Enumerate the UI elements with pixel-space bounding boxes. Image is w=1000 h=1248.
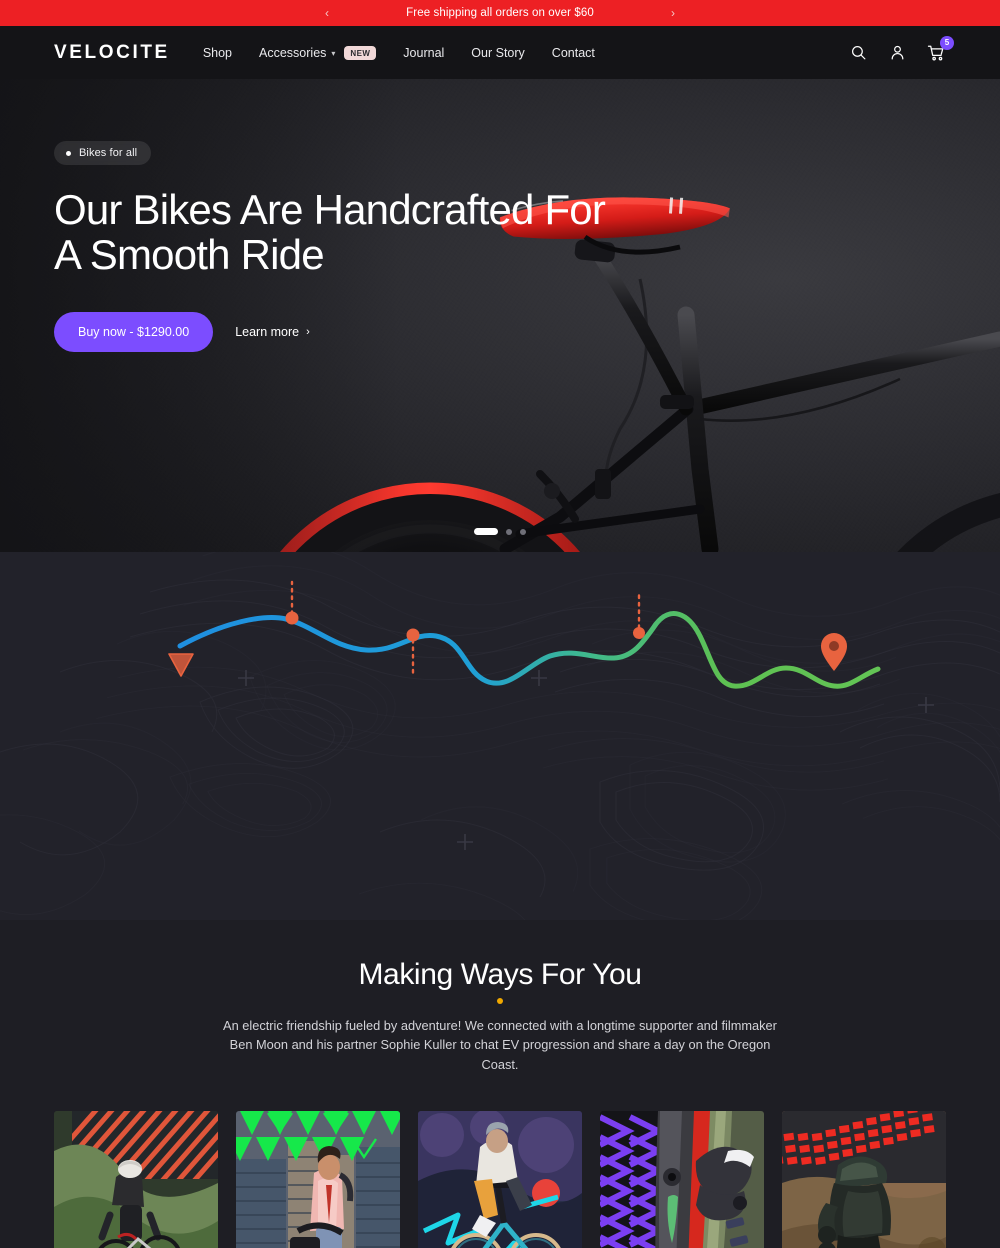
- carousel-dot-1[interactable]: [474, 528, 498, 535]
- nav-new-badge: NEW: [344, 45, 377, 60]
- nav-item-our-story[interactable]: Our Story: [471, 46, 525, 60]
- category-image-bike-parts: [418, 1111, 582, 1248]
- category-card-accessories[interactable]: Accessories: [600, 1111, 764, 1248]
- category-card-mountain-bikes[interactable]: Mountain Bikes: [54, 1111, 218, 1248]
- hero-cta-group: Buy now - $1290.00 Learn more ›: [54, 312, 614, 353]
- badge-dot-icon: [66, 150, 71, 156]
- announcement-prev-icon[interactable]: ‹: [318, 7, 336, 19]
- search-icon[interactable]: [848, 43, 868, 63]
- nav-label: Contact: [551, 45, 595, 60]
- hero-banner: Bikes for all Our Bikes Are Handcrafted …: [0, 79, 1000, 552]
- chevron-down-icon: ▾: [331, 49, 336, 58]
- nav-item-contact[interactable]: Contact: [552, 46, 595, 60]
- nav-label: Journal: [403, 45, 445, 60]
- carousel-dot-3[interactable]: [520, 528, 526, 535]
- route-map-section: 1,8 km 3,2 km 5,0 km: [0, 552, 1000, 920]
- editorial-title: Making Ways For You: [358, 958, 642, 991]
- route-start-marker: [168, 653, 194, 677]
- editorial-accent-dot: [497, 998, 503, 1004]
- announcement-text: Free shipping all orders on over $60: [406, 7, 594, 19]
- hero-badge-label: Bikes for all: [79, 147, 138, 159]
- hero-content: Bikes for all Our Bikes Are Handcrafted …: [54, 141, 614, 353]
- nav-label: Our Story: [471, 45, 525, 60]
- learn-more-label: Learn more: [235, 325, 300, 340]
- category-image-clothing: [782, 1111, 946, 1248]
- nav-label: Accessories: [259, 45, 327, 60]
- nav-item-journal[interactable]: Journal: [403, 46, 444, 60]
- route-end-pin: [821, 633, 847, 671]
- main-nav: Shop Accessories ▾ NEW Journal Our Story…: [203, 45, 595, 60]
- category-card-city-bikes[interactable]: City Bikes: [236, 1111, 400, 1248]
- carousel-dot-2[interactable]: [506, 528, 512, 535]
- announcement-bar: ‹ Free shipping all orders on over $60 ›: [0, 0, 1000, 26]
- hero-title: Our Bikes Are Handcrafted For A Smooth R…: [54, 186, 606, 278]
- hero-carousel-dots: [474, 528, 526, 535]
- site-header: VELOCITE Shop Accessories ▾ NEW Journal …: [0, 26, 1000, 79]
- announcement-next-icon[interactable]: ›: [664, 7, 682, 19]
- editorial-body: An electric friendship fueled by adventu…: [223, 1018, 777, 1072]
- editorial-section: Making Ways For You An electric friendsh…: [0, 920, 1000, 1075]
- header-actions: 5: [848, 35, 954, 63]
- map-graphic: [0, 552, 1000, 920]
- logo[interactable]: VELOCITE: [54, 42, 170, 64]
- category-card-clothing[interactable]: Clothing: [782, 1111, 946, 1248]
- category-image-mountain-bikes: [54, 1111, 218, 1248]
- nav-item-accessories[interactable]: Accessories ▾: [259, 46, 335, 60]
- category-card-bike-parts[interactable]: Bike Parts: [418, 1111, 582, 1248]
- category-image-accessories: [600, 1111, 764, 1248]
- category-image-city-bikes: [236, 1111, 400, 1248]
- learn-more-link[interactable]: Learn more ›: [235, 325, 310, 339]
- hero-badge: Bikes for all: [54, 141, 152, 165]
- cart-count-badge: 5: [940, 35, 954, 50]
- category-grid: Mountain Bikes: [0, 1074, 1000, 1248]
- user-icon[interactable]: [887, 43, 907, 63]
- cart-icon[interactable]: 5: [926, 35, 954, 63]
- nav-label: Shop: [202, 45, 233, 60]
- chevron-right-icon: ›: [306, 326, 310, 339]
- buy-now-button[interactable]: Buy now - $1290.00: [54, 312, 214, 353]
- nav-item-shop[interactable]: Shop: [203, 46, 232, 60]
